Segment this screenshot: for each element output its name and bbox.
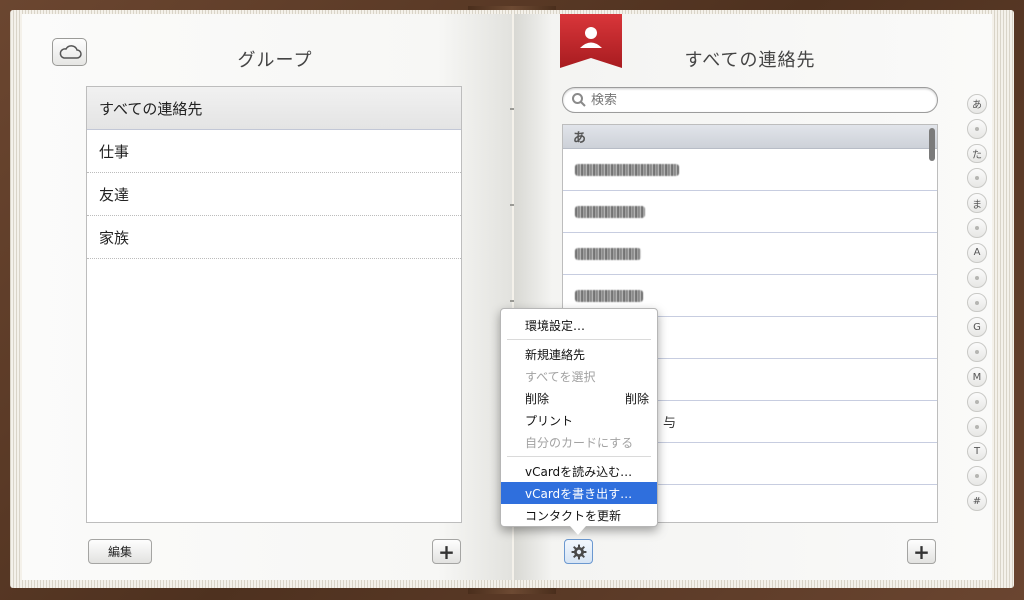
- edit-button[interactable]: 編集: [88, 539, 152, 564]
- index-item[interactable]: [967, 218, 987, 238]
- action-menu: 環境設定… 新規連絡先 すべてを選択 削除 削除 プリント 自分のカードにする v…: [500, 308, 658, 527]
- index-item[interactable]: [967, 292, 987, 313]
- index-item[interactable]: #: [967, 491, 987, 512]
- menu-item-delete[interactable]: 削除 削除: [501, 387, 657, 409]
- group-item-friends[interactable]: 友達: [87, 173, 461, 216]
- menu-item-new-contact[interactable]: 新規連絡先: [501, 343, 657, 365]
- search-input[interactable]: [591, 92, 911, 108]
- group-item-family[interactable]: 家族: [87, 216, 461, 259]
- menu-shortcut: 削除: [624, 391, 649, 406]
- plus-icon: +: [913, 539, 930, 564]
- gear-icon: [571, 544, 586, 559]
- index-item[interactable]: [967, 118, 987, 139]
- menu-item-export-vcard[interactable]: vCardを書き出す…: [501, 482, 657, 504]
- contacts-title: すべての連絡先: [684, 50, 816, 71]
- person-icon[interactable]: [560, 14, 622, 70]
- contact-row[interactable]: [563, 191, 937, 233]
- group-item-work[interactable]: 仕事: [87, 130, 461, 173]
- section-header: あ: [563, 125, 937, 149]
- index-item[interactable]: [967, 342, 987, 363]
- menu-pointer: [570, 526, 586, 535]
- icloud-button[interactable]: [52, 38, 87, 66]
- scrollbar-thumb[interactable]: [929, 128, 935, 161]
- group-list: すべての連絡先 仕事 友達 家族: [86, 86, 462, 523]
- index-item[interactable]: [967, 391, 987, 412]
- index-item[interactable]: [967, 466, 987, 487]
- index-item[interactable]: た: [967, 143, 987, 164]
- search-field[interactable]: [562, 87, 938, 113]
- plus-icon: +: [438, 539, 455, 564]
- action-menu-button[interactable]: [564, 539, 593, 564]
- menu-item-import-vcard[interactable]: vCardを読み込む…: [501, 460, 657, 482]
- menu-separator: [507, 339, 651, 340]
- search-icon: [572, 93, 586, 107]
- index-item[interactable]: T: [967, 441, 987, 462]
- index-item[interactable]: G: [967, 317, 987, 338]
- menu-item-preferences[interactable]: 環境設定…: [501, 314, 657, 336]
- add-group-button[interactable]: +: [432, 539, 461, 564]
- menu-item-refresh-contacts[interactable]: コンタクトを更新: [501, 504, 657, 526]
- menu-separator: [507, 456, 651, 457]
- index-item[interactable]: ま: [967, 193, 987, 214]
- contact-row[interactable]: [563, 149, 937, 191]
- index-item[interactable]: [967, 416, 987, 437]
- menu-item-select-all: すべてを選択: [525, 369, 596, 384]
- contact-row[interactable]: [563, 233, 937, 275]
- index-item[interactable]: [967, 168, 987, 189]
- index-item[interactable]: あ: [967, 94, 987, 114]
- index-item[interactable]: A: [967, 242, 987, 263]
- cloud-icon: [59, 45, 82, 59]
- index-item[interactable]: M: [967, 367, 987, 387]
- group-item-all-contacts[interactable]: すべての連絡先: [87, 87, 461, 130]
- menu-item-print[interactable]: プリント: [501, 409, 657, 431]
- contact-name-suffix: 与: [663, 416, 677, 431]
- index-item[interactable]: [967, 267, 987, 288]
- add-contact-button[interactable]: +: [907, 539, 936, 564]
- alphabet-index[interactable]: あ た ま A G M T #: [966, 94, 988, 516]
- menu-item-make-my-card: 自分のカードにする: [525, 435, 634, 450]
- groups-title: グループ: [237, 50, 313, 71]
